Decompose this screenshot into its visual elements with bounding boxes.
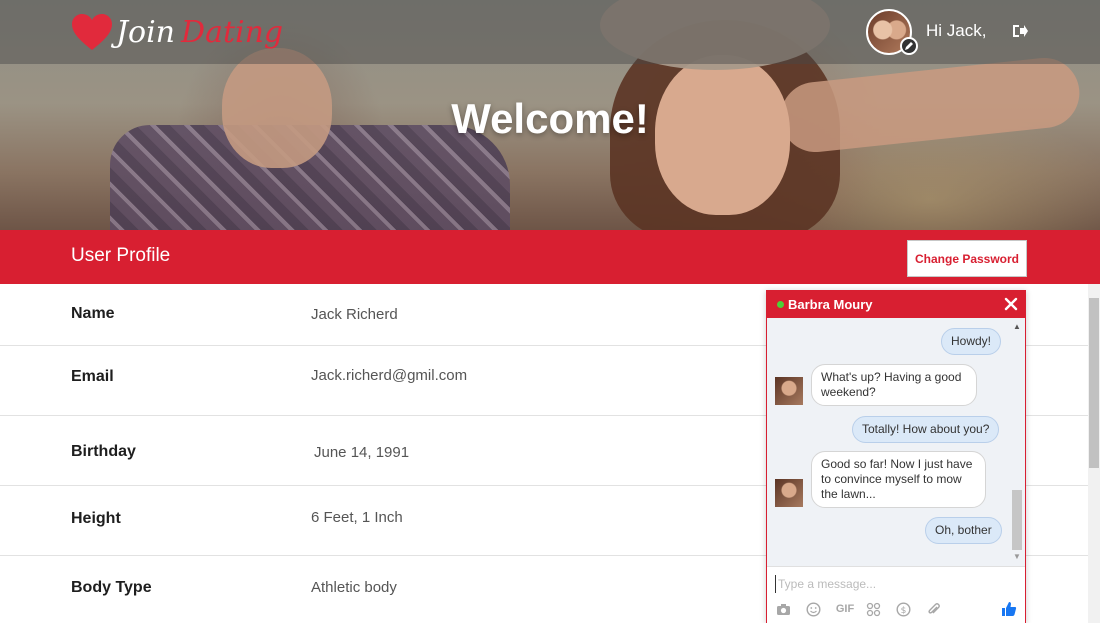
page-scrollbar[interactable] bbox=[1088, 284, 1100, 623]
brand-logo[interactable]: Join Dating bbox=[70, 10, 283, 54]
chat-messages: Howdy! What's up? Having a good weekend?… bbox=[767, 318, 1025, 566]
message-received: Good so far! Now I just have to convince… bbox=[811, 451, 986, 508]
attachment-icon[interactable] bbox=[925, 601, 941, 617]
edit-icon[interactable] bbox=[900, 37, 918, 55]
chat-composer: GIF $ bbox=[767, 566, 1025, 623]
message-sent: Howdy! bbox=[941, 328, 1002, 355]
brand-dating: Dating bbox=[181, 14, 284, 50]
brand-name: Join Dating bbox=[116, 15, 283, 50]
row-label: Birthday bbox=[71, 443, 136, 460]
row-value: June 14, 1991 bbox=[314, 444, 410, 461]
chat-scroll-down-icon[interactable]: ▼ bbox=[1013, 552, 1021, 561]
row-label: Email bbox=[71, 368, 114, 385]
dollar-icon[interactable]: $ bbox=[895, 601, 911, 617]
row-value: Athletic body bbox=[311, 579, 397, 596]
profile-header-bar: User Profile Change Password bbox=[0, 230, 1100, 284]
contact-avatar bbox=[775, 479, 803, 507]
online-status-icon bbox=[777, 301, 784, 308]
profile-title: User Profile bbox=[71, 245, 171, 266]
hero-banner: Join Dating Hi Jack, Welcome! bbox=[0, 0, 1100, 230]
change-password-button[interactable]: Change Password bbox=[907, 240, 1027, 277]
row-value: 6 Feet, 1 Inch bbox=[311, 509, 403, 526]
emoji-icon[interactable] bbox=[805, 601, 821, 617]
chat-contact-name: Barbra Moury bbox=[788, 297, 873, 312]
brand-join: Join bbox=[116, 14, 176, 50]
message-sent: Oh, bother bbox=[925, 517, 1002, 544]
page-scrollbar-thumb[interactable] bbox=[1089, 298, 1099, 468]
chat-scrollbar-thumb[interactable] bbox=[1012, 490, 1022, 550]
message-received: What's up? Having a good weekend? bbox=[811, 364, 977, 406]
chat-scroll-up-icon[interactable]: ▲ bbox=[1013, 322, 1021, 331]
welcome-heading: Welcome! bbox=[451, 95, 649, 142]
chat-window: Barbra Moury Howdy! What's up? Having a … bbox=[766, 290, 1026, 623]
row-label: Body Type bbox=[71, 579, 152, 596]
user-greeting: Hi Jack, bbox=[926, 21, 987, 40]
sticker-icon[interactable] bbox=[865, 601, 881, 617]
row-label: Name bbox=[71, 305, 115, 322]
logout-icon[interactable] bbox=[1011, 22, 1029, 40]
row-value: Jack.richerd@gmil.com bbox=[311, 367, 468, 384]
chat-message-input[interactable] bbox=[775, 575, 1005, 593]
thumbs-up-icon[interactable] bbox=[1001, 601, 1017, 617]
svg-text:$: $ bbox=[900, 606, 906, 616]
row-value: Jack Richerd bbox=[311, 306, 398, 323]
chat-header[interactable]: Barbra Moury bbox=[766, 290, 1026, 318]
camera-icon[interactable] bbox=[775, 601, 791, 617]
gif-icon[interactable]: GIF bbox=[835, 601, 855, 617]
close-icon[interactable] bbox=[1002, 295, 1020, 313]
heart-icon bbox=[72, 14, 112, 50]
row-label: Height bbox=[71, 510, 121, 527]
contact-avatar bbox=[775, 377, 803, 405]
message-sent: Totally! How about you? bbox=[852, 416, 1000, 443]
